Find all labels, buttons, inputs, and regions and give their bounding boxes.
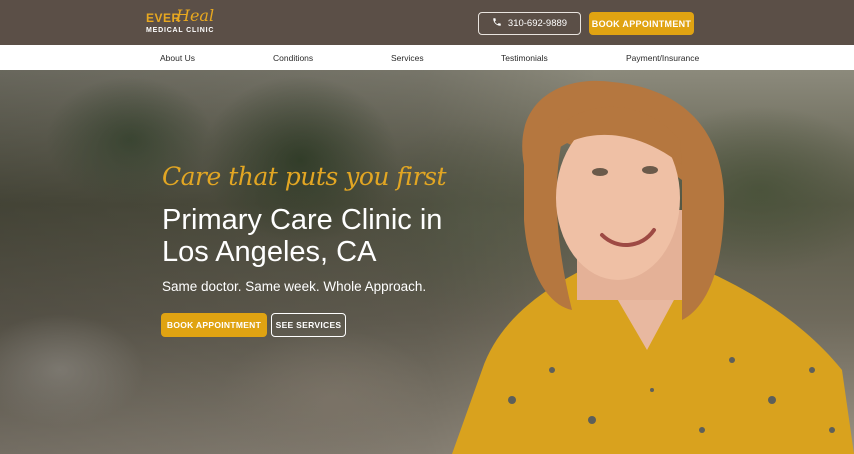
hero-headline: Primary Care Clinic in Los Angeles, CA bbox=[162, 204, 443, 268]
hero-subheadline: Same doctor. Same week. Whole Approach. bbox=[162, 279, 427, 294]
nav-conditions[interactable]: Conditions bbox=[273, 53, 313, 63]
hero-tagline: Care that puts you first bbox=[162, 162, 447, 191]
phone-number: 310-692-9889 bbox=[507, 18, 568, 29]
nav-testimonials[interactable]: Testimonials bbox=[501, 53, 548, 63]
nav-payment-insurance[interactable]: Payment/Insurance bbox=[626, 53, 699, 63]
main-nav: About Us Conditions Services Testimonial… bbox=[0, 45, 854, 71]
book-appointment-header-button[interactable]: BOOK APPOINTMENT bbox=[589, 12, 694, 35]
see-services-button[interactable]: SEE SERVICES bbox=[271, 313, 346, 337]
nav-about-us[interactable]: About Us bbox=[160, 53, 195, 63]
hero-section: Care that puts you first Primary Care Cl… bbox=[0, 70, 854, 454]
clinic-logo[interactable]: EVER Heal MEDICAL CLINIC bbox=[146, 6, 214, 39]
nav-services[interactable]: Services bbox=[391, 53, 424, 63]
phone-icon bbox=[492, 17, 502, 30]
hero-portrait-image bbox=[452, 80, 854, 454]
phone-button[interactable]: 310-692-9889 bbox=[478, 12, 581, 35]
top-header: EVER Heal MEDICAL CLINIC 310-692-9889 BO… bbox=[0, 0, 854, 45]
book-appointment-button[interactable]: BOOK APPOINTMENT bbox=[161, 313, 267, 337]
logo-subtitle: MEDICAL CLINIC bbox=[146, 27, 215, 34]
logo-heal-text: Heal bbox=[176, 6, 215, 25]
